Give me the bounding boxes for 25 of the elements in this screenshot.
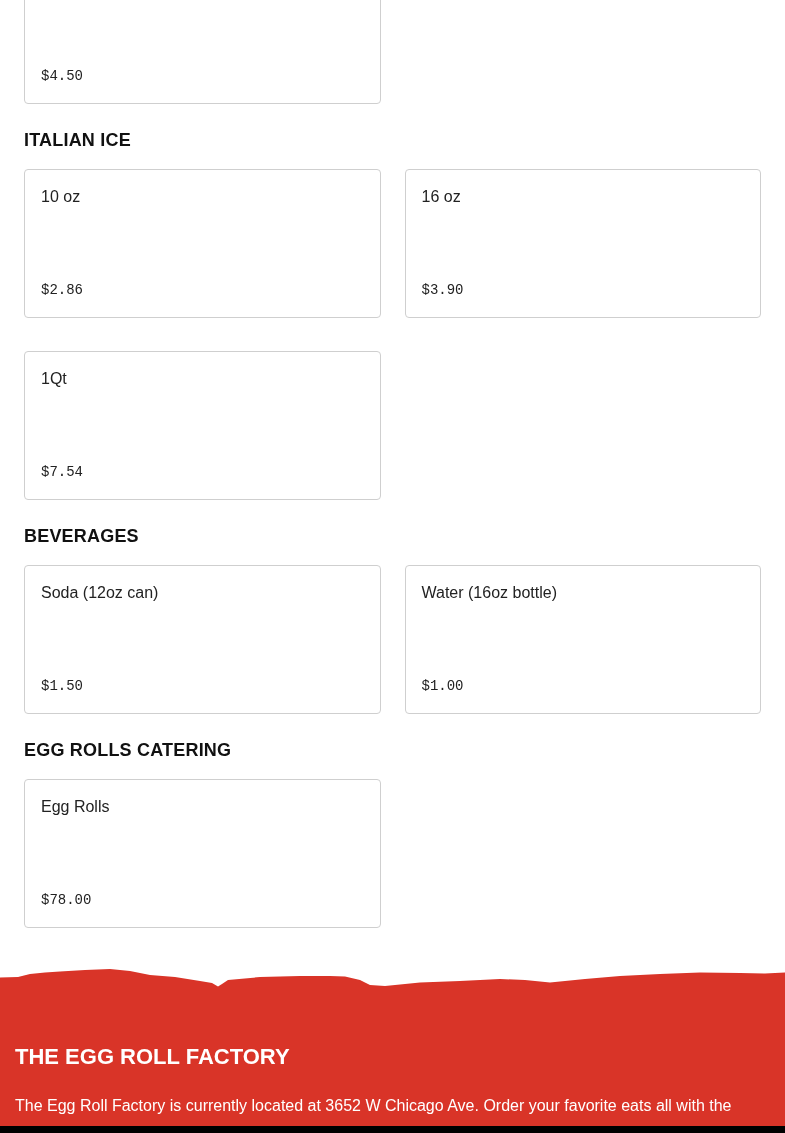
section-heading: EGG ROLLS CATERING [24,739,233,762]
section-heading: ITALIAN ICE [24,129,132,152]
menu-item-card[interactable]: 1Qt $7.54 [24,351,381,500]
menu-item-card[interactable]: Soda (12oz can) $1.50 [24,565,381,714]
item-price: $1.50 [41,678,83,694]
item-name: Water (16oz bottle) [421,584,557,601]
item-price: $3.90 [421,282,464,298]
menu-item-card[interactable]: 10 oz $2.86 [24,169,381,318]
item-name: 10 oz [41,188,81,205]
menu-item-card[interactable]: 16 oz $3.90 [404,169,761,318]
item-price: $2.86 [41,282,83,298]
item-price: $78.00 [41,892,92,908]
menu-item-card[interactable]: Egg Rolls $78.00 [24,779,381,928]
footer-title: THE EGG ROLL FACTORY [15,1043,291,1071]
item-price: $1.00 [421,678,464,694]
menu-item-card[interactable]: Water (16oz bottle) $1.00 [404,565,761,714]
item-name: Soda (12oz can) [41,584,159,601]
item-price: $7.54 [41,464,83,480]
menu-item-card[interactable]: $4.50 [24,0,381,104]
footer-text: The Egg Roll Factory is currently located at 3652 W Chicago Ave. Order your favorite eats all with the [15,1096,733,1116]
item-name: 16 oz [421,188,461,205]
item-name: Egg Rolls [41,798,110,815]
section-heading: BEVERAGES [24,525,140,548]
item-price: $4.50 [41,68,83,84]
item-name: 1Qt [41,370,67,387]
